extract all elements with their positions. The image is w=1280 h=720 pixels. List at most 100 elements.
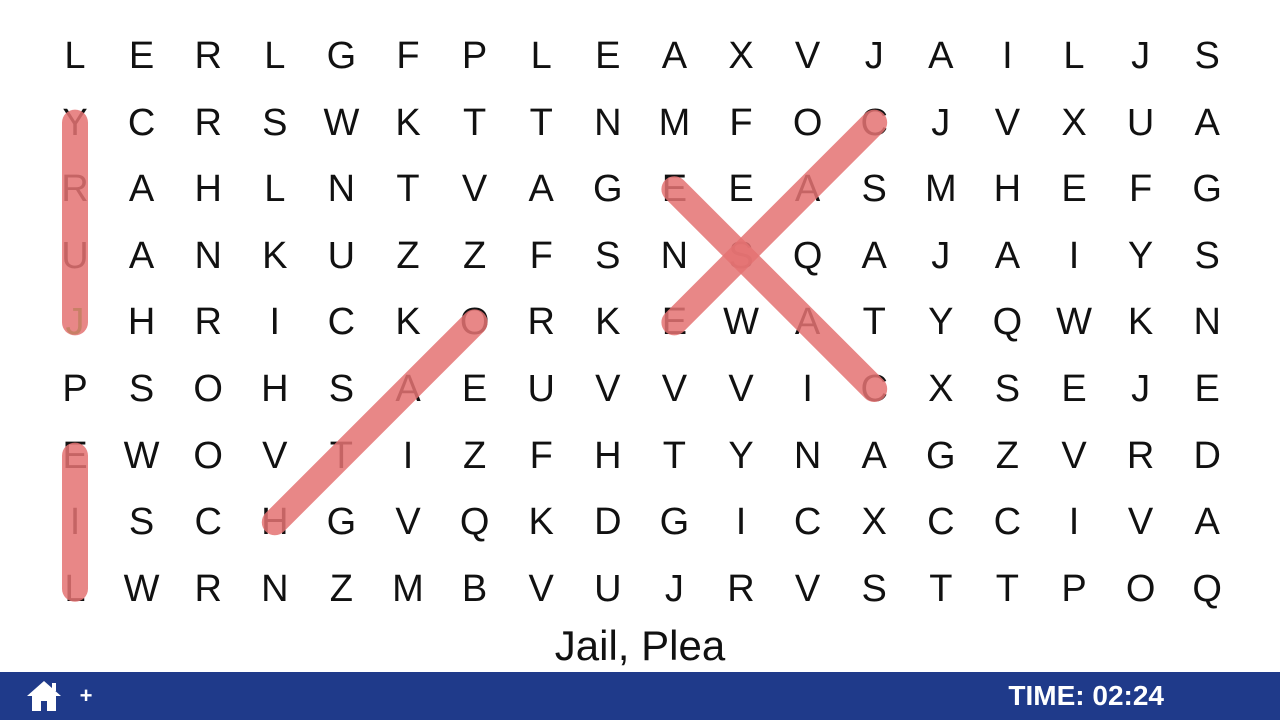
- grid-letter[interactable]: O: [178, 359, 238, 419]
- grid-letter[interactable]: N: [1177, 292, 1237, 352]
- grid-letter[interactable]: E: [644, 159, 704, 219]
- grid-letter[interactable]: I: [378, 426, 438, 486]
- grid-letter[interactable]: V: [1111, 492, 1171, 552]
- grid-letter[interactable]: C: [844, 359, 904, 419]
- grid-letter[interactable]: K: [578, 292, 638, 352]
- grid-letter[interactable]: I: [711, 492, 771, 552]
- grid-letter[interactable]: V: [778, 559, 838, 619]
- grid-letter[interactable]: W: [112, 559, 172, 619]
- grid-letter[interactable]: F: [511, 426, 571, 486]
- grid-letter[interactable]: R: [1111, 426, 1171, 486]
- grid-letter[interactable]: E: [711, 159, 771, 219]
- grid-letter[interactable]: E: [1044, 359, 1104, 419]
- grid-letter[interactable]: U: [578, 559, 638, 619]
- grid-letter[interactable]: J: [1111, 26, 1171, 86]
- grid-letter[interactable]: N: [644, 226, 704, 286]
- grid-letter[interactable]: T: [445, 93, 505, 153]
- grid-letter[interactable]: L: [245, 26, 305, 86]
- grid-letter[interactable]: Y: [911, 292, 971, 352]
- grid-letter[interactable]: F: [1111, 159, 1171, 219]
- grid-letter[interactable]: Z: [311, 559, 371, 619]
- grid-letter[interactable]: I: [1044, 226, 1104, 286]
- grid-letter[interactable]: E: [112, 26, 172, 86]
- grid-letter[interactable]: J: [1111, 359, 1171, 419]
- grid-letter[interactable]: S: [311, 359, 371, 419]
- grid-letter[interactable]: C: [112, 93, 172, 153]
- grid-letter[interactable]: V: [644, 359, 704, 419]
- grid-letter[interactable]: G: [311, 26, 371, 86]
- grid-letter[interactable]: E: [45, 426, 105, 486]
- grid-letter[interactable]: H: [245, 359, 305, 419]
- grid-letter[interactable]: H: [578, 426, 638, 486]
- grid-letter[interactable]: G: [311, 492, 371, 552]
- grid-letter[interactable]: Q: [445, 492, 505, 552]
- grid-letter[interactable]: X: [911, 359, 971, 419]
- grid-letter[interactable]: A: [778, 159, 838, 219]
- grid-letter[interactable]: Y: [1111, 226, 1171, 286]
- grid-letter[interactable]: K: [1111, 292, 1171, 352]
- grid-letter[interactable]: I: [45, 492, 105, 552]
- grid-letter[interactable]: A: [112, 226, 172, 286]
- grid-letter[interactable]: N: [245, 559, 305, 619]
- grid-letter[interactable]: N: [311, 159, 371, 219]
- grid-letter[interactable]: A: [112, 159, 172, 219]
- grid-letter[interactable]: V: [1044, 426, 1104, 486]
- grid-letter[interactable]: P: [45, 359, 105, 419]
- grid-letter[interactable]: G: [911, 426, 971, 486]
- grid-letter[interactable]: D: [1177, 426, 1237, 486]
- grid-letter[interactable]: J: [911, 93, 971, 153]
- grid-letter[interactable]: V: [378, 492, 438, 552]
- grid-letter[interactable]: L: [511, 26, 571, 86]
- grid-letter[interactable]: H: [112, 292, 172, 352]
- grid-letter[interactable]: V: [778, 26, 838, 86]
- grid-letter[interactable]: V: [511, 559, 571, 619]
- grid-letter[interactable]: T: [311, 426, 371, 486]
- grid-letter[interactable]: T: [644, 426, 704, 486]
- grid-letter[interactable]: A: [1177, 93, 1237, 153]
- grid-letter[interactable]: F: [511, 226, 571, 286]
- grid-letter[interactable]: S: [578, 226, 638, 286]
- grid-letter[interactable]: L: [245, 159, 305, 219]
- grid-letter[interactable]: S: [711, 226, 771, 286]
- grid-letter[interactable]: G: [578, 159, 638, 219]
- grid-letter[interactable]: W: [112, 426, 172, 486]
- grid-letter[interactable]: C: [778, 492, 838, 552]
- grid-letter[interactable]: N: [178, 226, 238, 286]
- grid-letter[interactable]: L: [45, 26, 105, 86]
- grid-letter[interactable]: T: [378, 159, 438, 219]
- grid-letter[interactable]: F: [711, 93, 771, 153]
- grid-letter[interactable]: H: [977, 159, 1037, 219]
- grid-letter[interactable]: R: [711, 559, 771, 619]
- grid-letter[interactable]: T: [511, 93, 571, 153]
- grid-letter[interactable]: F: [378, 26, 438, 86]
- grid-letter[interactable]: Z: [445, 426, 505, 486]
- grid-letter[interactable]: S: [1177, 26, 1237, 86]
- grid-letter[interactable]: M: [644, 93, 704, 153]
- grid-letter[interactable]: R: [511, 292, 571, 352]
- grid-letter[interactable]: A: [1177, 492, 1237, 552]
- grid-letter[interactable]: S: [112, 492, 172, 552]
- grid-letter[interactable]: N: [578, 93, 638, 153]
- grid-letter[interactable]: Q: [778, 226, 838, 286]
- grid-letter[interactable]: A: [977, 226, 1037, 286]
- grid-letter[interactable]: P: [445, 26, 505, 86]
- grid-letter[interactable]: E: [445, 359, 505, 419]
- grid-letter[interactable]: E: [1044, 159, 1104, 219]
- grid-letter[interactable]: L: [45, 559, 105, 619]
- grid-letter[interactable]: O: [1111, 559, 1171, 619]
- grid-letter[interactable]: J: [45, 292, 105, 352]
- grid-letter[interactable]: M: [911, 159, 971, 219]
- grid-letter[interactable]: R: [178, 292, 238, 352]
- grid-letter[interactable]: Z: [378, 226, 438, 286]
- grid-letter[interactable]: S: [977, 359, 1037, 419]
- grid-letter[interactable]: V: [445, 159, 505, 219]
- grid-letter[interactable]: A: [844, 426, 904, 486]
- grid-letter[interactable]: C: [311, 292, 371, 352]
- grid-letter[interactable]: E: [1177, 359, 1237, 419]
- grid-letter[interactable]: I: [1044, 492, 1104, 552]
- grid-letter[interactable]: Z: [977, 426, 1037, 486]
- plus-button[interactable]: +: [76, 680, 96, 712]
- grid-letter[interactable]: V: [711, 359, 771, 419]
- grid-letter[interactable]: J: [644, 559, 704, 619]
- grid-letter[interactable]: O: [778, 93, 838, 153]
